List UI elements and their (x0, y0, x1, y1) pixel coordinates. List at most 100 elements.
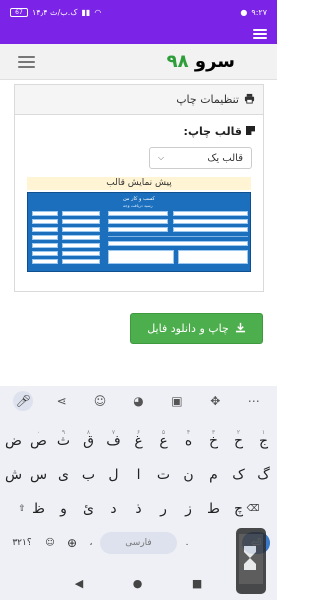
key-r2-7[interactable]: ب (76, 460, 101, 490)
key-r3-7[interactable]: و (51, 494, 76, 524)
key-label: ش (4, 467, 23, 483)
key-label: ذ (135, 501, 142, 517)
key-r1-6[interactable]: ۷ف (101, 426, 126, 456)
logo-number: ۹۸ (166, 51, 189, 72)
logo-text: سرو (194, 51, 235, 72)
key-r3-3[interactable]: ر (151, 494, 176, 524)
recents-nav-icon[interactable]: ■ (192, 577, 202, 590)
key-r2-6[interactable]: ل (101, 460, 126, 490)
key-r2-1[interactable]: ک (226, 460, 251, 490)
key-label: ط (207, 501, 220, 517)
palette-icon[interactable]: ◕ (128, 391, 148, 411)
cursor-move-icon[interactable]: ✥ (205, 391, 225, 411)
key-r3-1[interactable]: ط (201, 494, 226, 524)
key-r2-0[interactable]: گ (251, 460, 276, 490)
panel-title: تنظیمات چاپ (176, 93, 239, 106)
key-label: ب (81, 467, 96, 483)
key-label: ئ (83, 501, 94, 517)
key-r3-4[interactable]: ذ (126, 494, 151, 524)
key-hint: ۵ (161, 428, 166, 436)
globe-icon[interactable]: ⊕ (62, 532, 82, 554)
download-icon (235, 322, 246, 336)
app-toolbar (0, 24, 277, 44)
key-r3-5[interactable]: د (101, 494, 126, 524)
key-hint: ۷ (111, 428, 116, 436)
comma-key[interactable]: ، (84, 532, 98, 554)
key-label: ن (183, 467, 194, 483)
receipt-subtitle: رسید دریافت وجه (123, 203, 153, 208)
key-r2-3[interactable]: ن (176, 460, 201, 490)
battery-level: 67 (15, 8, 23, 16)
key-label: ر (160, 501, 167, 517)
keyboard-row-2: گکمنتا لبیسش (0, 460, 277, 490)
key-label: ک (232, 467, 245, 483)
site-header: سرو ۹۸ (0, 44, 277, 80)
key-r1-0[interactable]: ۱ج (251, 426, 276, 456)
key-r1-3[interactable]: ۴ه (176, 426, 201, 456)
key-r3-2[interactable]: ز (176, 494, 201, 524)
hamburger-menu-icon[interactable] (18, 56, 35, 68)
battery-icon: 67 (10, 7, 28, 17)
key-label: س (29, 467, 48, 483)
key-label: م (209, 467, 218, 483)
key-r1-8[interactable]: ۹ث (51, 426, 76, 456)
period-key[interactable]: . (180, 532, 194, 554)
key-label: ا (136, 467, 141, 483)
key-r1-7[interactable]: ۸ق (76, 426, 101, 456)
key-hint: ۰ (36, 428, 41, 436)
print-download-button[interactable]: چاپ و دانلود فایل (130, 313, 263, 344)
share-icon[interactable]: ⋖ (52, 391, 72, 411)
status-right: ● ۹:۲۷ (240, 8, 267, 17)
key-r2-10[interactable]: ش (1, 460, 26, 490)
key-r3-6[interactable]: ئ (76, 494, 101, 524)
numbers-key[interactable]: ۳۲۱؟ (6, 532, 38, 554)
backspace-key[interactable]: ⌫ (238, 498, 268, 520)
home-nav-icon[interactable]: ● (133, 577, 143, 590)
key-label: و (60, 501, 67, 517)
key-r1-4[interactable]: ۵ع (151, 426, 176, 456)
key-r1-10[interactable]: ض (1, 426, 26, 456)
preview-title: پیش نمایش قالب (27, 177, 251, 190)
panel-header: تنظیمات چاپ (15, 85, 263, 115)
keyboard-toolbar: 🎤︎ ⋖ ☺ ◕ ▣ ✥ ⋯ (0, 386, 277, 416)
status-left: 67 ۱۴٫۴ ک.ب/ث ▮▮ ◠ (10, 7, 101, 17)
more-icon[interactable]: ⋯ (244, 391, 264, 411)
clipboard-icon[interactable]: ▣ (167, 391, 187, 411)
key-r1-9[interactable]: ۰ص (26, 426, 51, 456)
printer-icon (244, 93, 255, 107)
download-button-label: چاپ و دانلود فایل (147, 322, 229, 335)
back-nav-icon[interactable]: ◀ (75, 577, 83, 590)
microphone-icon[interactable]: 🎤︎ (13, 391, 34, 411)
notification-icon: ● (240, 7, 248, 17)
key-r1-5[interactable]: ۶غ (126, 426, 151, 456)
key-r2-4[interactable]: ت (151, 460, 176, 490)
key-hint: ۹ (61, 428, 66, 436)
key-r2-8[interactable]: ی (51, 460, 76, 490)
key-hint: ۳ (211, 428, 216, 436)
key-r1-1[interactable]: ۲ح (226, 426, 251, 456)
space-key[interactable]: فارسی (100, 532, 177, 554)
key-r2-2[interactable]: م (201, 460, 226, 490)
network-speed: ۱۴٫۴ ک.ب/ث (32, 7, 78, 17)
key-r2-9[interactable]: س (26, 460, 51, 490)
status-time: ۹:۲۷ (251, 7, 267, 17)
app-menu-icon[interactable] (253, 29, 267, 39)
template-icon (246, 125, 255, 138)
app-logo-watermark (236, 528, 266, 594)
shift-key[interactable]: ⇧ (8, 498, 36, 520)
key-hint: ۱ (261, 428, 266, 436)
key-hint: ۸ (86, 428, 91, 436)
key-r1-2[interactable]: ۳خ (201, 426, 226, 456)
template-label: قالب چاپ: (183, 125, 242, 138)
template-select-value: قالب یک (207, 152, 243, 164)
key-hint: ۶ (136, 428, 141, 436)
key-label: گ (257, 467, 270, 483)
key-label: د (110, 501, 117, 517)
emoji-icon[interactable]: ☺ (40, 532, 60, 554)
chevron-down-icon: ⌵ (158, 153, 165, 162)
site-logo[interactable]: سرو ۹۸ (167, 51, 235, 72)
key-r2-5[interactable]: ا (126, 460, 151, 490)
template-select[interactable]: قالب یک ⌵ (149, 147, 252, 169)
signal-icon: ▮▮ (81, 7, 91, 17)
sticker-icon[interactable]: ☺ (90, 391, 110, 411)
